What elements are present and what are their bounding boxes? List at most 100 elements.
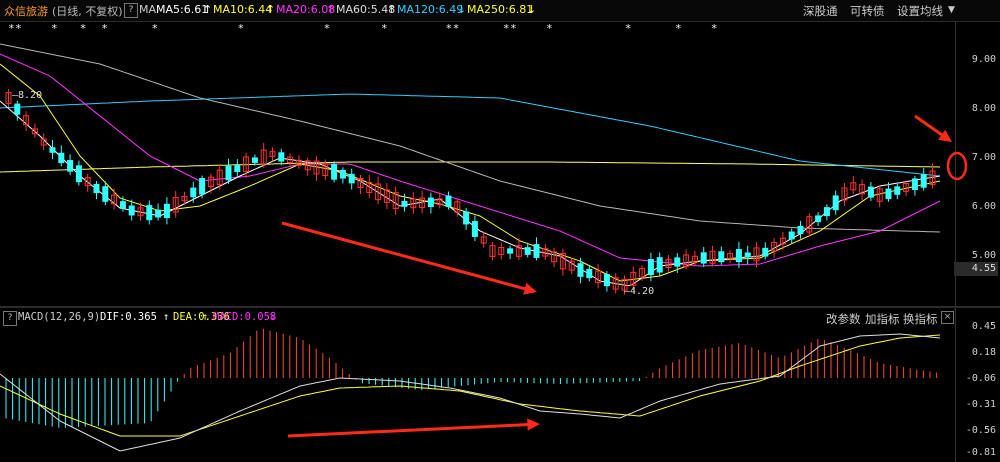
candle-body: [128, 205, 135, 216]
dea-up-arrow-icon: ↑: [202, 311, 209, 323]
change-params-button[interactable]: 改参数: [826, 311, 861, 327]
macd-tick: 0.18: [971, 347, 996, 358]
period-label: (日线, 不复权): [52, 5, 123, 18]
candle-body: [146, 205, 153, 221]
pointer-arrow: [914, 114, 952, 142]
ma120-down-arrow-icon: ↓: [457, 3, 467, 16]
macd-header: ? MACD(12,26,9) DIF:0.365 ↑ DEA:0.336 ↑ …: [0, 308, 955, 328]
highlight-overlay: [946, 151, 968, 181]
candle-body: [823, 207, 830, 217]
highlight-circle: [946, 151, 968, 181]
kezhuanzhai-button[interactable]: 可转债: [850, 3, 885, 19]
candle-body: [401, 200, 408, 207]
macd-uptrend-arrow: [287, 418, 540, 438]
candle-body: [331, 164, 338, 180]
ma120-value: MA120:6.49: [397, 3, 464, 16]
candle-body: [234, 165, 241, 173]
macd-tick: -0.56: [965, 425, 996, 436]
dif-line: [0, 333, 941, 452]
candle-body: [744, 252, 751, 258]
candle-body: [718, 251, 725, 263]
ma5-value: MA5:6.61: [156, 3, 209, 16]
candle-body: [339, 169, 346, 179]
candle-body: [102, 186, 109, 202]
candle-body: [700, 252, 707, 264]
candle-body: [533, 244, 540, 258]
candle-body: [894, 186, 901, 195]
candle-body: [524, 247, 531, 255]
chart-header: 众信旅游 (日线, 不复权) ? MA MA5:6.61 ↑ MA10:6.44…: [0, 0, 1000, 22]
candle-body: [163, 203, 170, 219]
candle-body: [58, 152, 65, 164]
ma10-up-arrow-icon: ↑: [266, 3, 276, 16]
price-chart[interactable]: —8.20 —4.20: [0, 36, 955, 306]
macd-chart[interactable]: [0, 326, 955, 462]
ma-label: MA: [139, 3, 157, 16]
high-price-label: —8.20: [12, 90, 42, 101]
candle-body: [647, 259, 654, 276]
macd-down-arrow-icon: ↓: [270, 311, 277, 323]
candle-body: [507, 248, 514, 254]
candle-body: [867, 186, 874, 198]
ma250-down-arrow-icon: ↓: [527, 3, 537, 16]
dif-up-arrow-icon: ↑: [163, 311, 170, 323]
candle-body: [155, 209, 162, 218]
low-price-label: —4.20: [624, 286, 654, 297]
price-tick: 9.00: [971, 54, 996, 65]
ma10-value: MA10:6.44: [213, 3, 273, 16]
candle-body: [67, 160, 74, 172]
ma20-up-arrow-icon: ↑: [326, 3, 336, 16]
candle-body: [920, 174, 927, 188]
candle-body: [832, 195, 839, 211]
add-indicator-button[interactable]: 加指标: [865, 311, 900, 327]
candle-body: [788, 231, 795, 240]
candle-body: [762, 247, 769, 257]
macd-help-button[interactable]: ?: [3, 311, 17, 326]
price-tick: 8.00: [971, 103, 996, 114]
event-markers[interactable]: ** * * * * * * * ** ** * * * *: [8, 22, 953, 36]
macd-tick: 0.45: [971, 321, 996, 332]
price-tick: 5.00: [971, 250, 996, 261]
macd-title[interactable]: MACD(12,26,9): [18, 311, 100, 323]
candle-body: [445, 195, 452, 207]
ma120-line: [0, 93, 941, 177]
ma5-line: [0, 100, 941, 287]
candle-body: [427, 197, 434, 208]
price-tick: 6.00: [971, 201, 996, 212]
dif-value: DIF:0.365: [100, 311, 157, 323]
candle-body: [225, 165, 232, 181]
candle-body: [463, 211, 470, 225]
candle-body: [348, 173, 355, 184]
price-tick: 7.00: [971, 152, 996, 163]
candle-body: [190, 187, 197, 198]
macd-tick: -0.06: [965, 373, 996, 384]
candle-body: [49, 147, 56, 153]
dea-line: [0, 334, 941, 437]
candle-body: [75, 165, 82, 183]
switch-indicator-button[interactable]: 换指标: [903, 311, 938, 327]
candle-body: [577, 263, 584, 277]
candle-body: [656, 257, 663, 273]
downtrend-arrow: [281, 221, 537, 295]
settings-dropdown-icon[interactable]: ▼: [948, 5, 955, 15]
macd-tick: -0.81: [965, 447, 996, 458]
ma5-up-arrow-icon: ↑: [203, 3, 213, 16]
candle-body: [735, 249, 742, 263]
candle-body: [119, 201, 126, 209]
help-button[interactable]: ?: [124, 3, 138, 18]
candle-body: [471, 221, 478, 237]
candle-body: [603, 274, 610, 287]
stock-name[interactable]: 众信旅游: [4, 3, 48, 19]
candle-body: [797, 225, 804, 234]
candle-body: [586, 268, 593, 279]
macd-tick: -0.31: [965, 399, 996, 410]
ma60-up-arrow-icon: ↑: [387, 3, 397, 16]
ma250-value: MA250:6.81: [467, 3, 534, 16]
candle-body: [815, 215, 822, 223]
candle-body: [251, 157, 258, 163]
shengutong-button[interactable]: 深股通: [803, 3, 838, 19]
candle-body: [278, 152, 285, 162]
candle-body: [885, 188, 892, 200]
settings-ma-button[interactable]: 设置均线: [897, 3, 943, 19]
ma10-line: [0, 63, 941, 282]
